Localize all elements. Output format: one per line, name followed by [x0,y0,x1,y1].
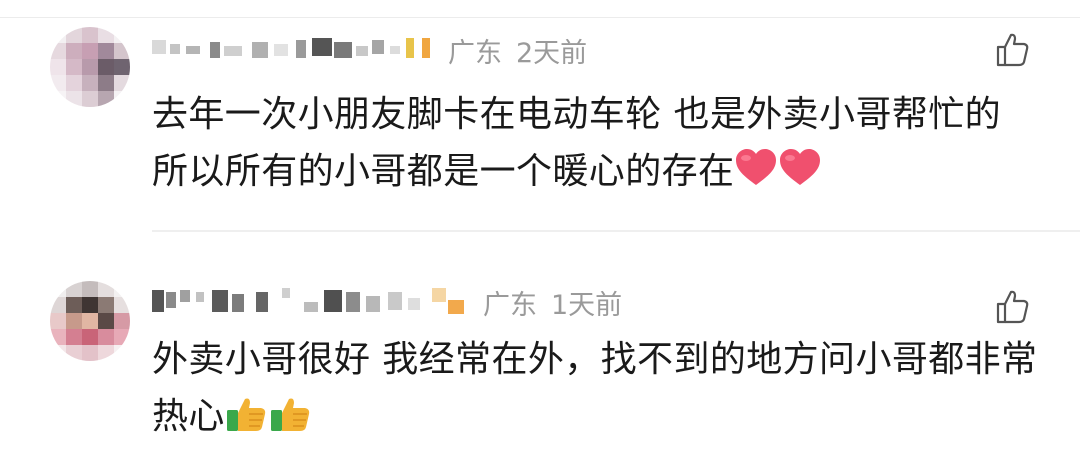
comment-body: 去年一次小朋友脚卡在电动车轮 也是外卖小哥帮忙的 所以所有的小哥都是一个暖心的存… [152,94,1002,192]
thumbs-up-emoji [225,393,269,433]
red-heart-emoji [778,148,822,188]
avatar[interactable] [50,281,130,361]
comment-time: 1天前 [551,289,623,321]
comment-meta: 广东 1天前 [152,282,622,322]
red-heart-emoji [734,148,778,188]
username-obscured[interactable] [152,32,442,68]
comment-time: 2天前 [516,37,588,69]
comment-item: 广东 1天前 外卖小哥很好 我经常在外，找不到的地方问小哥都非常热心 [0,232,1080,461]
thumbs-up-outline-icon[interactable] [992,287,1032,327]
comment-item: 广东 2天前 去年一次小朋友脚卡在电动车轮 也是外卖小哥帮忙的 所以所有的小哥都… [0,0,1080,232]
avatar[interactable] [50,27,130,107]
thumbs-up-emoji [269,393,313,433]
comment-meta: 广东 2天前 [152,30,587,70]
comment-text: 去年一次小朋友脚卡在电动车轮 也是外卖小哥帮忙的 所以所有的小哥都是一个暖心的存… [152,86,1042,200]
thumbs-up-outline-icon[interactable] [992,30,1032,70]
comment-text: 外卖小哥很好 我经常在外，找不到的地方问小哥都非常热心 [152,331,1042,445]
username-obscured[interactable] [152,284,477,320]
comment-location: 广东 [483,289,537,321]
comment-location: 广东 [448,37,502,69]
